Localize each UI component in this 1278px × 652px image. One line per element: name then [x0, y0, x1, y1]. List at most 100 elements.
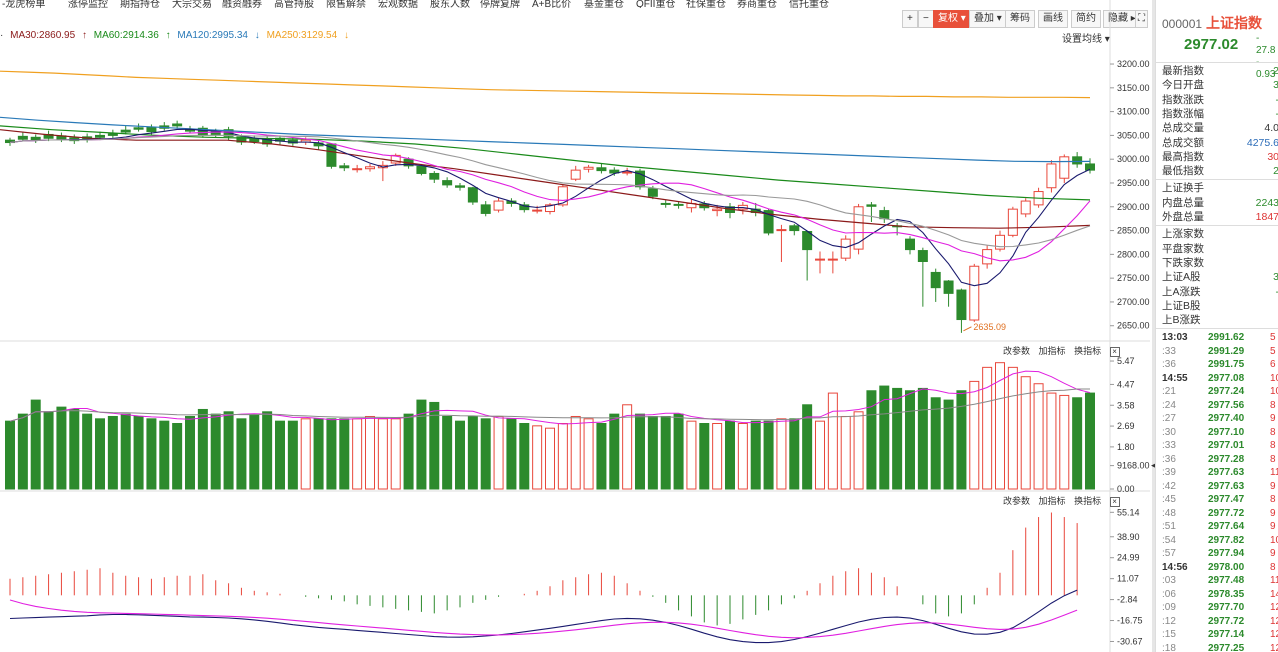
quote-field-row: 指数涨跌-	[1162, 93, 1278, 107]
volume-bar	[1072, 397, 1083, 490]
tick-time: 14:56	[1162, 561, 1188, 573]
quote-field-value: 2	[1273, 164, 1278, 178]
macd-close-icon[interactable]: ×	[1109, 497, 1120, 507]
volume-bar	[172, 423, 183, 490]
quote-field-row: 平盘家数	[1162, 242, 1278, 256]
tick-volume: 11	[1270, 575, 1278, 587]
tick-volume: 12	[1270, 615, 1278, 627]
tick-time: :42	[1162, 480, 1176, 492]
tick-time: :39	[1162, 467, 1176, 479]
quote-field-label: 上A涨跌	[1162, 285, 1201, 298]
tick-price: 2977.64	[1208, 521, 1245, 533]
tick-time: :30	[1162, 426, 1176, 438]
quote-field-value: 30	[1267, 150, 1278, 163]
volume-bar	[763, 420, 774, 490]
volume-bar	[43, 411, 54, 490]
volume-bar	[82, 413, 93, 490]
volume-bar	[390, 418, 401, 490]
tick-row: :33 2991.29 5	[1158, 345, 1278, 358]
candle-body	[480, 204, 491, 214]
candle-body	[570, 169, 581, 180]
quote-field-label: 平盘家数	[1162, 242, 1204, 255]
quote-field-label: 下跌家数	[1162, 256, 1204, 269]
volume-bar	[789, 418, 800, 490]
volume-bar	[506, 418, 517, 490]
tick-time: :33	[1162, 440, 1176, 452]
volume-bar	[1033, 383, 1044, 490]
volume-bar	[725, 420, 735, 490]
volume-bar	[120, 413, 131, 490]
tick-time: :57	[1162, 548, 1176, 560]
main-y-tick-label: 2650.00	[1117, 321, 1150, 331]
quote-field-row: 指数涨幅-	[1162, 107, 1278, 121]
volume-bar	[647, 415, 658, 490]
tick-price: 2977.94	[1208, 548, 1245, 560]
volume-bar	[146, 418, 157, 490]
quote-separator	[1156, 225, 1278, 227]
tick-time: :48	[1162, 507, 1176, 519]
volume-bar	[365, 415, 375, 490]
tick-volume: 12	[1270, 602, 1278, 614]
volume-bar	[326, 418, 337, 490]
tick-row: :51 2977.64 9	[1158, 520, 1278, 533]
tick-volume: 6	[1270, 359, 1276, 371]
tick-row: :39 2977.63 11	[1158, 466, 1278, 479]
tick-price: 2977.56	[1208, 399, 1245, 411]
tick-price: 2977.47	[1208, 494, 1245, 506]
vol-add-button[interactable]: 加指标	[1039, 346, 1066, 356]
tick-price: 2977.24	[1208, 386, 1245, 398]
quote-field-row: 今日开盘 3	[1162, 78, 1278, 92]
quote-field-row: 上证换手	[1162, 181, 1278, 195]
vol-ma20-line	[9, 388, 1090, 422]
tick-row: :21 2977.24 10	[1158, 385, 1278, 398]
volume-bar	[223, 411, 234, 490]
tick-row: :15 2977.14 12	[1158, 628, 1278, 641]
tick-volume: 8	[1270, 399, 1276, 411]
candle-body	[596, 167, 607, 172]
quote-field-label: 内盘总量	[1162, 196, 1204, 209]
volume-bar	[1059, 394, 1070, 490]
macd-switch-button[interactable]: 换指标	[1074, 496, 1101, 506]
vol-close-icon[interactable]: ×	[1109, 347, 1120, 357]
vol-params-button[interactable]: 改参数	[1003, 346, 1030, 356]
volume-bar	[262, 411, 273, 490]
volume-bar	[712, 423, 723, 490]
tick-time: :27	[1162, 413, 1176, 425]
tick-time: :36	[1162, 359, 1176, 371]
vol-y-tick-label: 0.00	[1117, 484, 1135, 494]
volume-bar	[995, 362, 1005, 490]
macd-panel-buttons: 改参数 加指标 换指标 ×	[1003, 494, 1126, 507]
ma120-line	[0, 116, 1091, 163]
volume-bar	[686, 420, 697, 490]
tick-time: :51	[1162, 521, 1176, 533]
volume-bar	[1046, 392, 1057, 490]
volume-bar	[159, 420, 170, 490]
quote-field-row: 最高指数 30	[1162, 150, 1278, 164]
tick-volume: 10	[1270, 534, 1278, 546]
candle-body	[879, 210, 890, 220]
candle-body	[956, 289, 967, 321]
tick-volume: 9	[1270, 521, 1276, 533]
vol-y-tick-label: 1.80	[1117, 442, 1135, 452]
quote-field-row: 上证B股	[1162, 299, 1278, 313]
candle-body	[802, 231, 813, 251]
kline-chart[interactable]: 3200.00 3150.00 3100.00 3050.00 3000.00 2950.…	[0, 0, 1150, 652]
candle-body	[107, 133, 118, 136]
macd-add-button[interactable]: 加指标	[1039, 496, 1066, 506]
main-y-tick-label: 2900.00	[1117, 202, 1150, 212]
macd-params-button[interactable]: 改参数	[1003, 496, 1030, 506]
candle-body	[442, 180, 453, 186]
tick-price: 2977.01	[1208, 440, 1245, 452]
quote-price: 2977.02	[1184, 36, 1239, 53]
volume-bar	[1085, 392, 1095, 490]
tick-volume: 10	[1270, 386, 1278, 398]
macd-y-tick-label: 11.07	[1117, 574, 1139, 584]
tick-time: :09	[1162, 602, 1176, 614]
tick-row: :45 2977.47 8	[1158, 493, 1278, 506]
tick-row: :12 2977.72 12	[1158, 615, 1278, 628]
candle-body	[249, 138, 260, 143]
tick-price: 2977.28	[1208, 453, 1245, 465]
tick-row: 14:56 2978.00 8	[1158, 561, 1278, 574]
main-y-tick-label: 3000.00	[1117, 154, 1150, 164]
vol-switch-button[interactable]: 换指标	[1074, 346, 1101, 356]
